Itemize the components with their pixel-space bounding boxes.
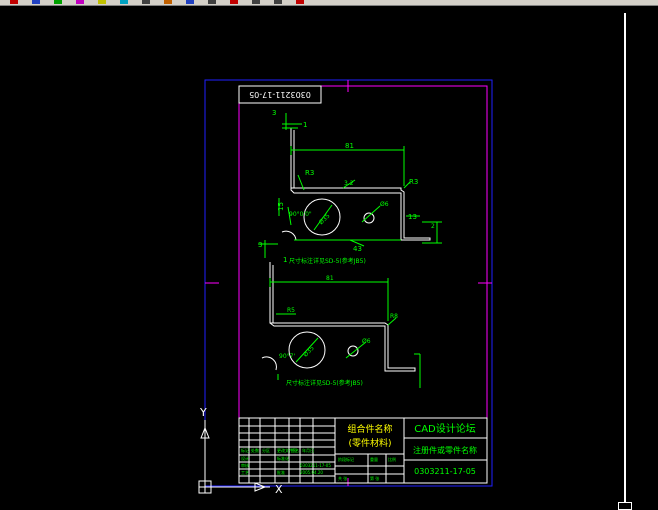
title-drawing-name: 注册件或零件名称 [413, 445, 477, 455]
svg-text:2005.04.20: 2005.04.20 [300, 470, 323, 475]
bottom-small-hole [347, 345, 359, 357]
svg-text:共 张: 共 张 [338, 475, 347, 481]
toolbar-icon[interactable] [54, 0, 62, 4]
drawing-canvas[interactable]: 0303211-17-05 3 1 81 R3 R3 3.2 90°0'0" Ø… [0, 5, 658, 510]
ucs-y-label: Y [199, 406, 207, 419]
toolbar-icon[interactable] [186, 0, 194, 4]
stamp-text: 0303211-17-05 [249, 90, 311, 99]
bottom-angle: 90°7' [279, 353, 295, 360]
svg-text:处数: 处数 [251, 447, 259, 453]
top-note: 尺寸标注详见SD-5(参考JB5) [289, 257, 366, 265]
top-small-hole [363, 212, 375, 224]
toolbar-icon[interactable] [10, 0, 18, 4]
top-dim-r3-left: R3 [305, 169, 314, 177]
bottom-note: 尺寸标注详见SD-5(参考JB5) [286, 379, 363, 387]
toolbar-icon[interactable] [142, 0, 150, 4]
toolbar-icon[interactable] [76, 0, 84, 4]
toolbar-icon[interactable] [208, 0, 216, 4]
bottom-big-hole-dim: Ø35 [302, 345, 316, 359]
top-dim-length: 81 [345, 142, 354, 150]
svg-text:第 张: 第 张 [370, 475, 379, 481]
title-part-material: (零件材料) [348, 437, 391, 449]
scrollbar-track[interactable] [624, 13, 626, 510]
scrollbar-thumb[interactable] [618, 502, 632, 510]
bottom-dim-3: 3 [258, 241, 262, 249]
top-left-15: 15 [277, 202, 285, 211]
top-part: 3 1 81 R3 R3 3.2 90°0'0" Ø35 Ø6 13 2 43 … [272, 109, 442, 265]
top-height-2: 2 [431, 223, 435, 230]
title-part-name: 组合件名称 [347, 423, 392, 435]
top-dim-r3-right: R3 [409, 178, 418, 186]
top-dim-3: 3 [272, 109, 276, 117]
top-dim-1: 1 [303, 121, 307, 129]
svg-text:阶段标记: 阶段标记 [338, 456, 354, 462]
top-roughness: 3.2 [344, 180, 354, 187]
svg-text:签名: 签名 [291, 447, 299, 453]
vertical-scrollbar[interactable] [618, 5, 658, 510]
top-side-13: 13 [408, 213, 417, 221]
svg-text:批准: 批准 [277, 469, 285, 475]
svg-text:重量: 重量 [370, 456, 378, 462]
svg-text:比例: 比例 [388, 456, 396, 462]
svg-text:分区: 分区 [262, 447, 270, 453]
top-big-hole-dim: Ø35 [318, 212, 332, 226]
toolbar-icon[interactable] [120, 0, 128, 4]
bottom-dim-r8: R8 [390, 313, 398, 320]
toolbar-icon[interactable] [32, 0, 40, 4]
svg-text:标准化: 标准化 [277, 455, 289, 461]
svg-text:审核: 审核 [241, 462, 249, 468]
top-small-hole-dim: Ø6 [380, 201, 389, 208]
svg-text:标记: 标记 [241, 447, 249, 453]
bottom-dim-1: 1 [283, 256, 287, 264]
top-angle: 90°0'0" [289, 211, 312, 218]
ucs-icon [198, 420, 270, 494]
svg-text:设计: 设计 [241, 455, 249, 461]
toolbar-icon[interactable] [296, 0, 304, 4]
top-bend-arc [281, 230, 297, 241]
title-drawing-number: 0303211-17-05 [414, 467, 476, 476]
title-company: CAD设计论坛 [414, 422, 476, 435]
toolbar-icon[interactable] [274, 0, 282, 4]
toolbar-icon[interactable] [252, 0, 260, 4]
ucs-x-label: X [275, 483, 283, 496]
bottom-small-hole-dim: Ø6 [362, 338, 371, 345]
toolbar-icon[interactable] [230, 0, 238, 4]
top-bottom-43: 43 [353, 245, 362, 253]
svg-text:年月日: 年月日 [302, 447, 314, 453]
bottom-dim-length: 81 [326, 275, 334, 282]
toolbar-icon[interactable] [164, 0, 172, 4]
toolbar-icon[interactable] [98, 0, 106, 4]
bottom-bend-arc [261, 356, 277, 371]
bottom-dim-r5: R5 [287, 307, 295, 314]
svg-text:0303211-17-05: 0303211-17-05 [300, 463, 331, 468]
svg-text:工艺: 工艺 [241, 470, 249, 475]
